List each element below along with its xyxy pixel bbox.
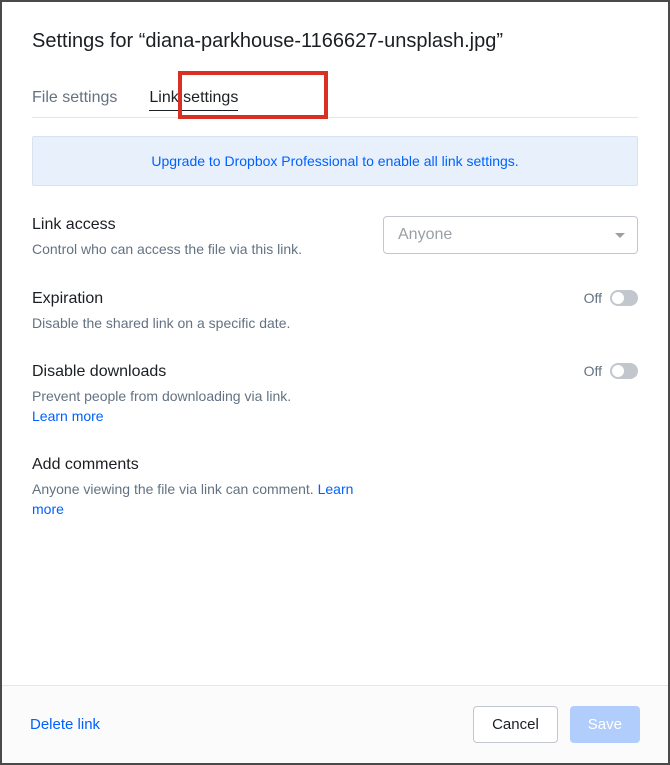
add-comments-desc: Anyone viewing the file via link can com… <box>32 480 382 519</box>
section-add-comments: Add comments Anyone viewing the file via… <box>32 456 638 519</box>
dialog-title: Settings for “diana-parkhouse-1166627-un… <box>32 30 638 53</box>
tab-link-settings[interactable]: Link settings <box>149 85 238 117</box>
footer-actions: Cancel Save <box>473 706 640 743</box>
disable-downloads-desc-text: Prevent people from downloading via link… <box>32 388 291 404</box>
add-comments-title: Add comments <box>32 456 382 474</box>
expiration-toggle-wrap: Off <box>584 290 638 306</box>
add-comments-desc-text: Anyone viewing the file via link can com… <box>32 481 318 497</box>
save-button[interactable]: Save <box>570 706 640 743</box>
toggle-knob <box>612 292 624 304</box>
disable-downloads-learn-more[interactable]: Learn more <box>32 408 104 424</box>
delete-link[interactable]: Delete link <box>30 716 100 733</box>
toggle-knob <box>612 365 624 377</box>
tabs: File settings Link settings <box>32 85 638 118</box>
link-access-selected: Anyone <box>398 226 452 244</box>
section-disable-downloads-left: Disable downloads Prevent people from do… <box>32 363 291 426</box>
link-access-select[interactable]: Anyone <box>383 216 638 254</box>
dialog-footer: Delete link Cancel Save <box>2 685 668 763</box>
upgrade-banner[interactable]: Upgrade to Dropbox Professional to enabl… <box>32 136 638 186</box>
section-expiration-left: Expiration Disable the shared link on a … <box>32 290 290 334</box>
expiration-desc: Disable the shared link on a specific da… <box>32 314 290 334</box>
section-link-access-left: Link access Control who can access the f… <box>32 216 302 260</box>
link-access-desc: Control who can access the file via this… <box>32 240 302 260</box>
disable-downloads-toggle-label: Off <box>584 363 602 379</box>
disable-downloads-desc: Prevent people from downloading via link… <box>32 387 291 426</box>
expiration-toggle[interactable] <box>610 290 638 306</box>
section-disable-downloads: Disable downloads Prevent people from do… <box>32 363 638 426</box>
settings-dialog: Settings for “diana-parkhouse-1166627-un… <box>0 0 670 765</box>
tab-file-settings[interactable]: File settings <box>32 85 117 117</box>
section-expiration: Expiration Disable the shared link on a … <box>32 290 638 334</box>
disable-downloads-toggle-wrap: Off <box>584 363 638 379</box>
expiration-title: Expiration <box>32 290 290 308</box>
section-add-comments-left: Add comments Anyone viewing the file via… <box>32 456 382 519</box>
cancel-button[interactable]: Cancel <box>473 706 558 743</box>
expiration-toggle-label: Off <box>584 290 602 306</box>
disable-downloads-toggle[interactable] <box>610 363 638 379</box>
dialog-body: Settings for “diana-parkhouse-1166627-un… <box>2 2 668 685</box>
section-link-access: Link access Control who can access the f… <box>32 216 638 260</box>
disable-downloads-title: Disable downloads <box>32 363 291 381</box>
link-access-title: Link access <box>32 216 302 234</box>
chevron-down-icon <box>615 233 625 238</box>
